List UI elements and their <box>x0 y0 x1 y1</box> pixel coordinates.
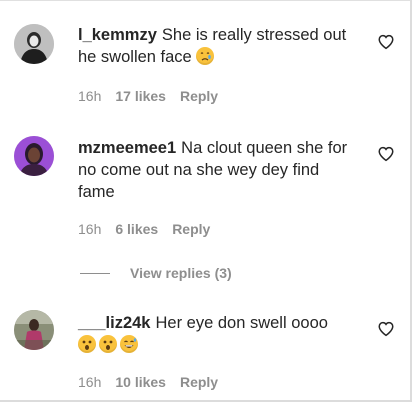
comment-time: 16h <box>78 374 102 390</box>
comment-likes[interactable]: 17 likes <box>115 88 166 104</box>
divider <box>80 272 110 274</box>
comment-text-line: She is really stressed out <box>161 26 347 44</box>
comment-text-line: he swollen face <box>78 48 192 66</box>
sad-tear-emoji-icon <box>196 47 215 65</box>
astonished-emoji-icon <box>78 335 96 353</box>
reply-button[interactable]: Reply <box>180 88 218 104</box>
heart-outline-icon[interactable] <box>377 320 395 338</box>
comment-meta: 16h 10 likes Reply <box>78 374 218 390</box>
reply-button[interactable]: Reply <box>172 221 210 237</box>
view-replies-button[interactable]: View replies (3) <box>80 263 232 283</box>
grinning-sweat-emoji-icon <box>120 335 138 353</box>
comment-meta: 16h 6 likes Reply <box>78 221 210 237</box>
comment-time: 16h <box>78 88 102 104</box>
comment-text-line: fame <box>78 183 115 201</box>
comment-likes[interactable]: 10 likes <box>115 374 166 390</box>
comment-meta: 16h 17 likes Reply <box>78 88 218 104</box>
heart-outline-icon[interactable] <box>377 145 395 163</box>
comment-text-line: Her eye don swell oooo <box>155 314 328 332</box>
comment-likes[interactable]: 6 likes <box>115 221 158 237</box>
comment-text-line: Na clout queen she for <box>181 139 348 157</box>
comment-username[interactable]: ___liz24k <box>78 314 150 332</box>
reply-button[interactable]: Reply <box>180 374 218 390</box>
avatar[interactable] <box>14 24 54 64</box>
comment-username[interactable]: mzmeemee1 <box>78 139 176 157</box>
comment-time: 16h <box>78 221 102 237</box>
comment-text: ___liz24k Her eye don swell oooo <box>78 312 368 356</box>
avatar[interactable] <box>14 310 54 350</box>
comment-text: mzmeemee1 Na clout queen she for no come … <box>78 137 368 203</box>
avatar[interactable] <box>14 136 54 176</box>
comment-text-line: no come out na she wey dey find <box>78 161 320 179</box>
comment-username[interactable]: l_kemmzy <box>78 26 157 44</box>
heart-outline-icon[interactable] <box>377 33 395 51</box>
comment-text: l_kemmzy She is really stressed out he sw… <box>78 24 368 68</box>
view-replies-label: View replies (3) <box>130 265 232 281</box>
astonished-emoji-icon <box>99 335 117 353</box>
top-border <box>0 0 412 1</box>
